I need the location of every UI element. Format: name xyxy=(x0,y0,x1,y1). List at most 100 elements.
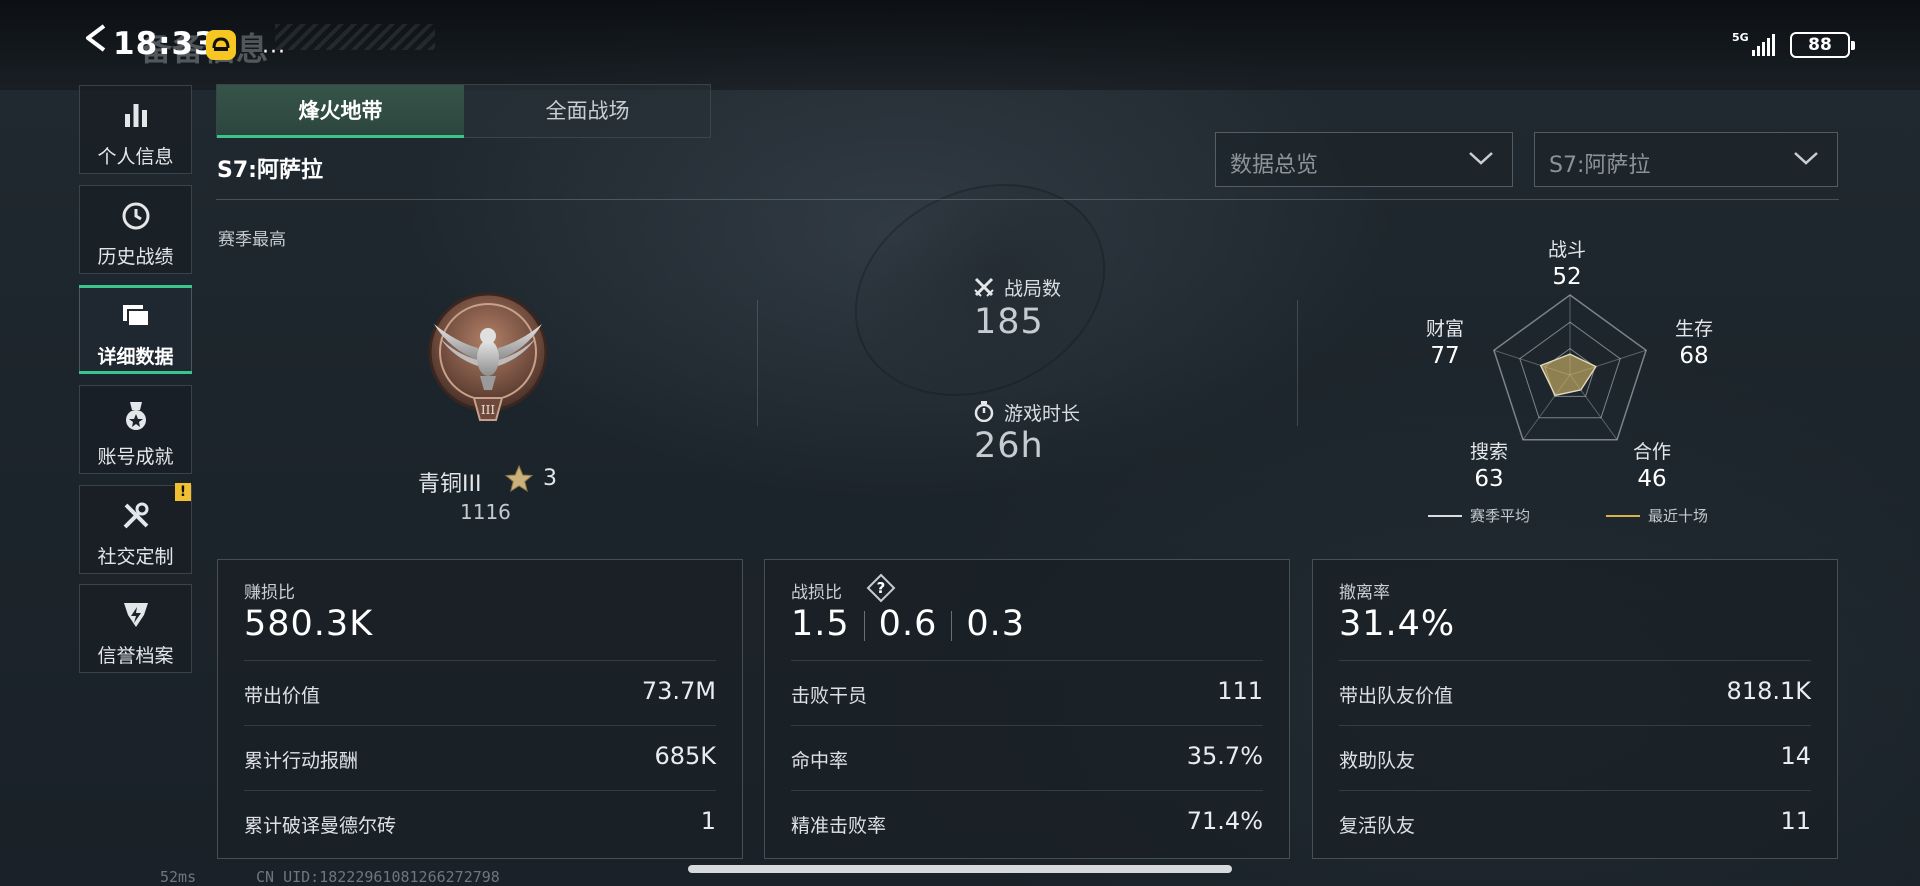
radar-axis-label: 搜索 xyxy=(1469,441,1508,463)
profit-loss-card: 赚损比 580.3K 带出价值 73.7M 累计行动报酬 685K 累计破译曼德… xyxy=(217,559,743,859)
stat-row-label: 精准击败率 xyxy=(791,815,887,837)
stat-row: 精准击败率 71.4% xyxy=(791,790,1263,854)
radar-axis-value: 68 xyxy=(1679,343,1709,369)
tab-firezone[interactable]: 烽火地带 xyxy=(217,85,464,138)
sidebar-item-reputation[interactable]: 信誉档案 xyxy=(79,584,192,673)
stat-row-value: 71.4% xyxy=(1186,807,1263,835)
kd-separator xyxy=(951,611,953,641)
stat-row: 击败干员 111 xyxy=(791,660,1263,724)
stat-row-value: 73.7M xyxy=(641,677,716,705)
kd-value-overall: 1.5 xyxy=(791,604,850,644)
svg-text:?: ? xyxy=(877,579,886,597)
view-select[interactable]: 数据总览 xyxy=(1215,132,1513,187)
stat-row-value: 111 xyxy=(1217,677,1263,705)
stat-row-label: 击败干员 xyxy=(791,685,868,707)
history-clock-icon xyxy=(80,200,191,234)
folder-icon xyxy=(80,300,191,334)
kd-separator xyxy=(863,611,865,641)
sidebar-item-label: 信誉档案 xyxy=(97,645,174,667)
season-best-label: 赛季最高 xyxy=(218,230,286,250)
card-title: 战损比 xyxy=(791,583,842,603)
card-title: 撤离率 xyxy=(1339,583,1390,603)
tools-icon xyxy=(80,500,191,534)
card-title: 赚损比 xyxy=(244,583,295,603)
stat-row: 带出队友价值 818.1K xyxy=(1339,660,1811,724)
legend-swatch-recent xyxy=(1606,515,1640,517)
signal-5g-icon: 5G xyxy=(1732,31,1775,56)
home-indicator[interactable] xyxy=(688,865,1232,873)
stat-row-value: 35.7% xyxy=(1186,742,1263,770)
column-divider xyxy=(1297,300,1298,426)
crossed-swords-icon xyxy=(974,277,994,297)
rank-points: 1116 xyxy=(460,500,511,524)
stopwatch-icon xyxy=(974,401,994,422)
playtime-value: 26h xyxy=(974,426,1044,466)
extraction-rate-card: 撤离率 31.4% 带出队友价值 818.1K 救助队友 14 复活队友 11 xyxy=(1312,559,1838,859)
stat-row-label: 累计行动报酬 xyxy=(244,750,359,772)
radar-axis-label: 财富 xyxy=(1425,318,1464,340)
card-main-value: 31.4% xyxy=(1339,604,1456,644)
kd-value-secondary: 0.6 xyxy=(878,604,938,644)
back-arrow-icon[interactable] xyxy=(80,22,112,54)
legend-swatch-season-avg xyxy=(1428,515,1462,517)
radar-axis-value: 46 xyxy=(1637,466,1667,492)
chevron-down-icon xyxy=(1794,152,1818,165)
mode-tabs: 烽火地带 全面战场 xyxy=(216,84,711,138)
stat-row-label: 累计破译曼德尔砖 xyxy=(244,815,397,837)
stat-row: 带出价值 73.7M xyxy=(244,660,716,724)
stat-row-label: 救助队友 xyxy=(1339,750,1416,772)
column-divider xyxy=(757,300,758,426)
rank-name: 青铜III xyxy=(418,472,482,497)
stat-row: 累计行动报酬 685K xyxy=(244,725,716,789)
stat-row-label: 带出价值 xyxy=(244,685,321,707)
stat-row-value: 818.1K xyxy=(1726,677,1811,705)
clock-time: 18:33 xyxy=(113,26,217,62)
notification-badge: ! xyxy=(175,483,191,501)
season-select[interactable]: S7:阿萨拉 xyxy=(1534,132,1838,187)
radar-axis-label: 生存 xyxy=(1674,318,1713,340)
stat-row-label: 复活队友 xyxy=(1339,815,1416,837)
stat-row: 救助队友 14 xyxy=(1339,725,1811,789)
view-select-value: 数据总览 xyxy=(1230,153,1319,178)
radar-axis-label: 合作 xyxy=(1632,441,1671,463)
legend-season-avg: 赛季平均 xyxy=(1470,507,1531,525)
sidebar-item-detailed-data[interactable]: 详细数据 xyxy=(79,285,192,374)
kd-values: 1.5 0.6 0.3 xyxy=(791,604,1025,648)
stat-row-value: 1 xyxy=(700,807,716,835)
sidebar-item-personal-info[interactable]: 个人信息 xyxy=(79,85,192,174)
svg-text:5G: 5G xyxy=(1732,31,1749,44)
legend-recent: 最近十场 xyxy=(1648,507,1709,525)
sidebar-item-label: 历史战绩 xyxy=(97,246,174,268)
more-dots-icon: ··· xyxy=(262,40,286,65)
app-notification-icon xyxy=(206,30,236,60)
sidebar-item-label: 详细数据 xyxy=(97,346,174,368)
section-divider xyxy=(216,199,1839,200)
radar-axis-value: 63 xyxy=(1474,466,1504,492)
sidebar-item-history[interactable]: 历史战绩 xyxy=(79,185,192,274)
sidebar-item-label: 个人信息 xyxy=(97,146,174,168)
svg-text:III: III xyxy=(481,403,495,417)
stat-row-value: 685K xyxy=(654,742,716,770)
bar-chart-icon xyxy=(80,100,191,134)
star-icon xyxy=(504,464,534,493)
player-uid: CN UID:1822296108126627279​8 xyxy=(256,868,500,886)
medal-icon xyxy=(80,400,191,434)
stat-row: 命中率 35.7% xyxy=(791,725,1263,789)
stat-row: 累计破译曼德尔砖 1 xyxy=(244,790,716,854)
sidebar-item-label: 账号成就 xyxy=(97,446,174,468)
rank-emblem-icon: III xyxy=(428,292,548,421)
stat-row-label: 命中率 xyxy=(791,750,849,772)
help-icon[interactable]: ? xyxy=(866,573,896,603)
kd-card: 战损比 1.5 0.6 0.3 击败干员 111 命中率 35.7% 精准击败率 7… xyxy=(764,559,1290,859)
season-select-value: S7:阿萨拉 xyxy=(1549,153,1651,178)
radar-axis-label: 战斗 xyxy=(1547,239,1586,261)
sidebar-item-achievements[interactable]: 账号成就 xyxy=(79,385,192,474)
playtime-label: 游戏时长 xyxy=(1004,403,1081,425)
chevron-down-icon xyxy=(1469,152,1493,165)
stat-row-value: 11 xyxy=(1780,807,1811,835)
shield-badge-icon xyxy=(80,599,191,633)
stat-row: 复活队友 11 xyxy=(1339,790,1811,854)
sidebar-item-label: 社交定制 xyxy=(97,546,174,568)
title-decoration xyxy=(275,24,435,50)
tab-full-battlefield[interactable]: 全面战场 xyxy=(464,85,711,138)
